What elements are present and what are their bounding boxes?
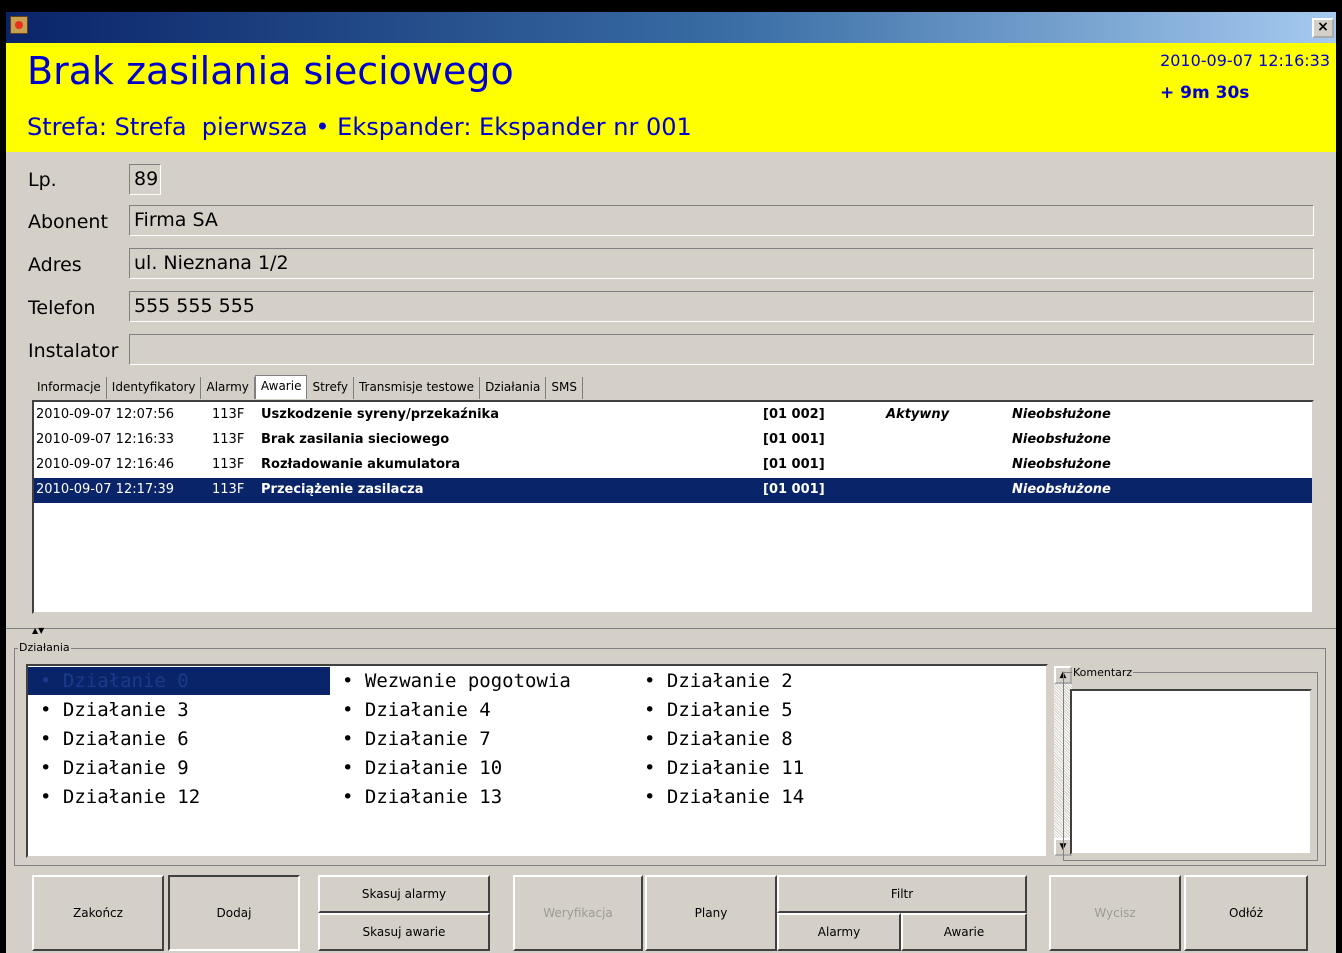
event-header: Brak zasilania sieciowego Strefa: Strefa…: [6, 43, 1336, 152]
action-item[interactable]: • Działanie 14: [632, 783, 934, 811]
title-bar[interactable]: ×: [6, 12, 1336, 43]
splitter[interactable]: [6, 628, 1336, 632]
odloz-button[interactable]: Odłóż: [1184, 875, 1308, 951]
filtr-alarmy-button[interactable]: Alarmy: [777, 913, 901, 951]
actions-list[interactable]: • Działanie 0 • Wezwanie pogotowia • Dzi…: [26, 664, 1072, 858]
event-zone: [01 001]: [763, 482, 825, 497]
app-icon: [10, 16, 28, 34]
event-window: × Brak zasilania sieciowego Strefa: Stre…: [6, 12, 1336, 953]
event-status: Nieobsłużone: [1012, 432, 1111, 447]
event-time: 2010-09-07 12:07:56: [36, 407, 175, 422]
event-title: Brak zasilania sieciowego: [27, 49, 514, 93]
action-item[interactable]: • Działanie 5: [632, 696, 934, 724]
tab-awarie[interactable]: Awarie: [254, 375, 308, 399]
action-item[interactable]: • Działanie 12: [28, 783, 330, 811]
splitter-grip-icon[interactable]: ▲▼: [32, 626, 44, 635]
tab-informacje[interactable]: Informacje: [32, 377, 107, 399]
instalator-label: Instalator: [28, 340, 119, 362]
event-status: Nieobsłużone: [1012, 482, 1111, 497]
abonent-label: Abonent: [28, 211, 108, 233]
event-row-selected[interactable]: 2010-09-07 12:17:39 113F Przeciążenie za…: [34, 478, 1312, 503]
dodaj-button[interactable]: Dodaj: [168, 875, 300, 951]
tab-dzialania[interactable]: Działania: [480, 377, 547, 399]
action-item[interactable]: • Działanie 8: [632, 725, 934, 753]
tab-strip: Informacje Identyfikatory Alarmy Awarie …: [32, 375, 583, 399]
adres-field[interactable]: ul. Nieznana 1/2: [129, 248, 1314, 279]
zakoncz-button[interactable]: Zakończ: [32, 875, 164, 951]
actions-group-title: Działania: [18, 641, 71, 654]
event-description: Przeciążenie zasilacza: [261, 482, 424, 497]
event-description: Brak zasilania sieciowego: [261, 432, 450, 447]
comment-title: Komentarz: [1072, 666, 1134, 679]
weryfikacja-button[interactable]: Weryfikacja: [513, 875, 643, 951]
event-status: Nieobsłużone: [1012, 407, 1111, 422]
telefon-label: Telefon: [28, 297, 96, 319]
action-item[interactable]: • Działanie 13: [330, 783, 632, 811]
event-zone: [01 001]: [763, 432, 825, 447]
action-item[interactable]: • Działanie 6: [28, 725, 330, 753]
event-code: 113F: [212, 457, 245, 472]
tab-transmisje-testowe[interactable]: Transmisje testowe: [354, 377, 481, 399]
action-item[interactable]: • Działanie 3: [28, 696, 330, 724]
event-row[interactable]: 2010-09-07 12:16:33 113F Brak zasilania …: [34, 428, 1312, 453]
event-elapsed: + 9m 30s: [1160, 83, 1250, 103]
instalator-field[interactable]: [129, 334, 1314, 365]
action-item[interactable]: • Działanie 0: [28, 667, 330, 695]
telefon-field[interactable]: 555 555 555: [129, 291, 1314, 322]
filtr-awarie-button[interactable]: Awarie: [901, 913, 1027, 951]
abonent-field[interactable]: Firma SA: [129, 205, 1314, 236]
tab-sms[interactable]: SMS: [546, 377, 583, 399]
event-time: 2010-09-07 12:17:39: [36, 482, 175, 497]
action-item[interactable]: • Działanie 10: [330, 754, 632, 782]
event-status: Nieobsłużone: [1012, 457, 1111, 472]
comment-textarea[interactable]: [1070, 689, 1312, 855]
event-state: Aktywny: [886, 407, 950, 422]
filtr-button[interactable]: Filtr: [777, 875, 1027, 913]
event-datetime: 2010-09-07 12:16:33: [1160, 51, 1330, 70]
event-zone: [01 001]: [763, 457, 825, 472]
event-subtitle: Strefa: Strefa pierwsza • Ekspander: Eks…: [27, 113, 692, 141]
action-item[interactable]: • Działanie 7: [330, 725, 632, 753]
event-code: 113F: [212, 482, 245, 497]
close-button[interactable]: ×: [1312, 18, 1334, 38]
event-row[interactable]: 2010-09-07 12:07:56 113F Uszkodzenie syr…: [34, 403, 1312, 428]
event-time: 2010-09-07 12:16:33: [36, 432, 175, 447]
action-item[interactable]: • Działanie 9: [28, 754, 330, 782]
event-description: Uszkodzenie syreny/przekaźnika: [261, 407, 499, 422]
action-item[interactable]: • Działanie 2: [632, 667, 934, 695]
wycisz-button[interactable]: Wycisz: [1049, 875, 1181, 951]
tab-identyfikatory[interactable]: Identyfikatory: [107, 377, 202, 399]
plany-button[interactable]: Plany: [645, 875, 777, 951]
lp-label: Lp.: [28, 169, 57, 191]
action-item[interactable]: • Działanie 11: [632, 754, 934, 782]
adres-label: Adres: [28, 254, 82, 276]
event-description: Rozładowanie akumulatora: [261, 457, 461, 472]
action-item[interactable]: • Wezwanie pogotowia: [330, 667, 632, 695]
skasuj-awarie-button[interactable]: Skasuj awarie: [318, 913, 490, 951]
tab-alarmy[interactable]: Alarmy: [201, 377, 255, 399]
action-item[interactable]: • Działanie 4: [330, 696, 632, 724]
event-list[interactable]: 2010-09-07 12:07:56 113F Uszkodzenie syr…: [32, 400, 1314, 614]
tab-strefy[interactable]: Strefy: [307, 377, 354, 399]
skasuj-alarmy-button[interactable]: Skasuj alarmy: [318, 875, 490, 913]
event-zone: [01 002]: [763, 407, 825, 422]
event-row[interactable]: 2010-09-07 12:16:46 113F Rozładowanie ak…: [34, 453, 1312, 478]
event-code: 113F: [212, 407, 245, 422]
event-code: 113F: [212, 432, 245, 447]
event-time: 2010-09-07 12:16:46: [36, 457, 175, 472]
lp-field[interactable]: 89: [129, 164, 161, 195]
